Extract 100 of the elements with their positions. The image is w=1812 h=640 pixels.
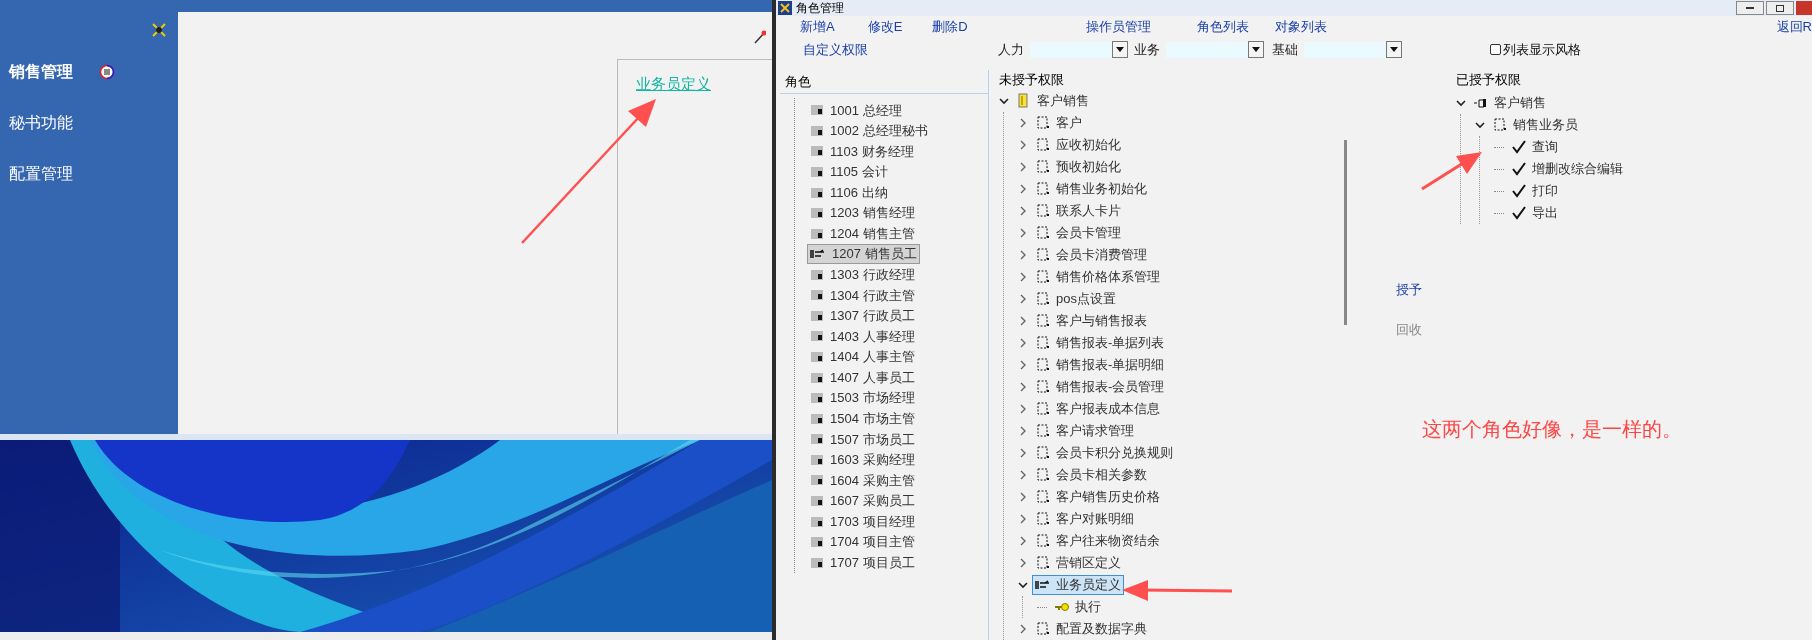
tree-item[interactable]: pos点设置 xyxy=(1032,289,1119,309)
list-item[interactable]: 1106 出纳 xyxy=(807,182,891,203)
list-item[interactable]: 1607 采购员工 xyxy=(807,490,918,511)
tree-item[interactable]: 销售报表-单据明细 xyxy=(1032,355,1168,375)
expand-icon[interactable] xyxy=(1018,558,1028,568)
tree-item[interactable]: 查询 xyxy=(1508,137,1561,157)
tree-item[interactable]: 客户 xyxy=(1032,113,1085,133)
expand-icon[interactable] xyxy=(1018,184,1028,194)
list-item[interactable]: 1403 人事经理 xyxy=(807,326,918,347)
tree-item[interactable]: 预收初始化 xyxy=(1032,157,1124,177)
list-item[interactable]: 1303 行政经理 xyxy=(807,264,918,285)
return-button[interactable]: 返回R xyxy=(1776,16,1812,37)
checkbox-box[interactable] xyxy=(1490,44,1501,56)
toolbar-button[interactable]: 新增A xyxy=(800,16,835,37)
list-item[interactable]: 1204 销售主管 xyxy=(807,223,918,244)
tree-item[interactable]: 联系人卡片 xyxy=(1032,201,1124,221)
tree-item[interactable]: 增删改综合编辑 xyxy=(1508,159,1626,179)
list-item[interactable]: 1603 采购经理 xyxy=(807,449,918,470)
list-item[interactable]: 1207 销售员工 xyxy=(807,244,920,265)
tree-item[interactable]: 销售价格体系管理 xyxy=(1032,267,1163,287)
collapse-icon[interactable] xyxy=(99,64,115,80)
list-item[interactable]: 1604 采购主管 xyxy=(807,470,918,491)
tree-item[interactable]: 执行 xyxy=(1051,597,1104,617)
tree-item[interactable]: 销售报表-单据列表 xyxy=(1032,333,1168,353)
expand-icon[interactable] xyxy=(1018,140,1028,150)
tree-item[interactable]: 客户往来物资结余 xyxy=(1032,531,1163,551)
toolbar-button[interactable]: 修改E xyxy=(867,16,903,37)
expand-icon[interactable] xyxy=(1018,514,1028,524)
tree-item[interactable]: 客户与销售报表 xyxy=(1032,311,1150,331)
list-item[interactable]: 1307 行政员工 xyxy=(807,305,918,326)
tree-item[interactable]: 客户请求管理 xyxy=(1032,421,1137,441)
expand-icon[interactable] xyxy=(1018,338,1028,348)
sidebar-item[interactable]: 销售管理 xyxy=(9,60,73,84)
tree-item[interactable]: 会员卡积分兑换规则 xyxy=(1032,443,1176,463)
collapse-icon[interactable] xyxy=(1456,98,1466,108)
tree-item[interactable]: 会员卡管理 xyxy=(1032,223,1124,243)
tree-item[interactable]: 客户报表成本信息 xyxy=(1032,399,1163,419)
toolbar-button[interactable]: 对象列表 xyxy=(1274,16,1327,37)
expand-icon[interactable] xyxy=(1018,162,1028,172)
list-item[interactable]: 1504 市场主管 xyxy=(807,408,918,429)
tree-item[interactable]: 客户销售 xyxy=(1013,91,1092,111)
tree-item[interactable]: 业务员定义 xyxy=(1032,575,1124,595)
list-item[interactable]: 1503 市场经理 xyxy=(807,388,918,409)
collapse-icon[interactable] xyxy=(1475,120,1485,130)
expand-icon[interactable] xyxy=(1018,492,1028,502)
expand-icon[interactable] xyxy=(1018,470,1028,480)
expand-icon[interactable] xyxy=(1018,294,1028,304)
expand-icon[interactable] xyxy=(1018,382,1028,392)
list-item[interactable]: 1002 总经理秘书 xyxy=(807,120,931,141)
expand-icon[interactable] xyxy=(1018,426,1028,436)
maximize-button[interactable] xyxy=(1766,1,1794,15)
toolbar-button[interactable]: 操作员管理 xyxy=(1085,16,1151,37)
expand-icon[interactable] xyxy=(1018,228,1028,238)
expand-icon[interactable] xyxy=(1018,118,1028,128)
tree-item[interactable]: 客户销售历史价格 xyxy=(1032,487,1163,507)
collapse-icon[interactable] xyxy=(999,96,1009,106)
sidebar-item[interactable]: 配置管理 xyxy=(9,162,73,186)
list-item[interactable]: 1001 总经理 xyxy=(807,100,905,121)
expand-icon[interactable] xyxy=(1018,536,1028,546)
expand-icon[interactable] xyxy=(1018,316,1028,326)
action-button[interactable]: 授予 xyxy=(1396,280,1456,300)
expand-icon[interactable] xyxy=(1018,206,1028,216)
toolbar-button[interactable]: 角色列表 xyxy=(1196,16,1249,37)
tree-item[interactable]: 应收初始化 xyxy=(1032,135,1124,155)
tree-item[interactable]: 销售业务员 xyxy=(1489,115,1581,135)
expand-icon[interactable] xyxy=(1018,250,1028,260)
scrollbar-thumb[interactable] xyxy=(1344,140,1347,325)
pin-icon[interactable] xyxy=(754,30,766,44)
list-item[interactable]: 1707 项目员工 xyxy=(807,552,918,573)
list-item[interactable]: 1703 项目经理 xyxy=(807,511,918,532)
tree-item[interactable]: 会员卡消费管理 xyxy=(1032,245,1150,265)
tree-item[interactable]: 销售业务初始化 xyxy=(1032,179,1150,199)
expand-icon[interactable] xyxy=(1018,624,1028,634)
expand-icon[interactable] xyxy=(1018,448,1028,458)
minimize-button[interactable] xyxy=(1736,1,1764,15)
list-item[interactable]: 1407 人事员工 xyxy=(807,367,918,388)
tree-item[interactable]: 打印 xyxy=(1508,181,1561,201)
tree-item[interactable]: 营销区定义 xyxy=(1032,553,1124,573)
list-item[interactable]: 1304 行政主管 xyxy=(807,285,918,306)
list-item[interactable]: 1404 人事主管 xyxy=(807,347,918,368)
list-item[interactable]: 1704 项目主管 xyxy=(807,532,918,553)
tree-item[interactable]: 客户销售 xyxy=(1470,93,1549,113)
tree-item[interactable]: 配置及数据字典 xyxy=(1032,619,1150,639)
list-item[interactable]: 1203 销售经理 xyxy=(807,203,918,224)
dropdown[interactable] xyxy=(1030,40,1128,59)
checkbox[interactable]: 列表显示风格 xyxy=(1490,39,1581,60)
link[interactable]: 自定义权限 xyxy=(803,39,868,60)
expand-icon[interactable] xyxy=(1018,272,1028,282)
expand-icon[interactable] xyxy=(1018,360,1028,370)
collapse-icon[interactable] xyxy=(1018,580,1028,590)
tree-item[interactable]: 导出 xyxy=(1508,203,1561,223)
toolbar-button[interactable]: 删除D xyxy=(932,16,968,37)
tree-item[interactable]: 客户对账明细 xyxy=(1032,509,1137,529)
tree-item[interactable]: 销售报表-会员管理 xyxy=(1032,377,1168,397)
sidebar-item[interactable]: 秘书功能 xyxy=(9,111,73,135)
list-item[interactable]: 1507 市场员工 xyxy=(807,429,918,450)
dropdown[interactable] xyxy=(1304,40,1402,59)
list-item[interactable]: 1105 会计 xyxy=(807,161,891,182)
tree-item[interactable]: 会员卡相关参数 xyxy=(1032,465,1150,485)
dropdown[interactable] xyxy=(1166,40,1264,59)
